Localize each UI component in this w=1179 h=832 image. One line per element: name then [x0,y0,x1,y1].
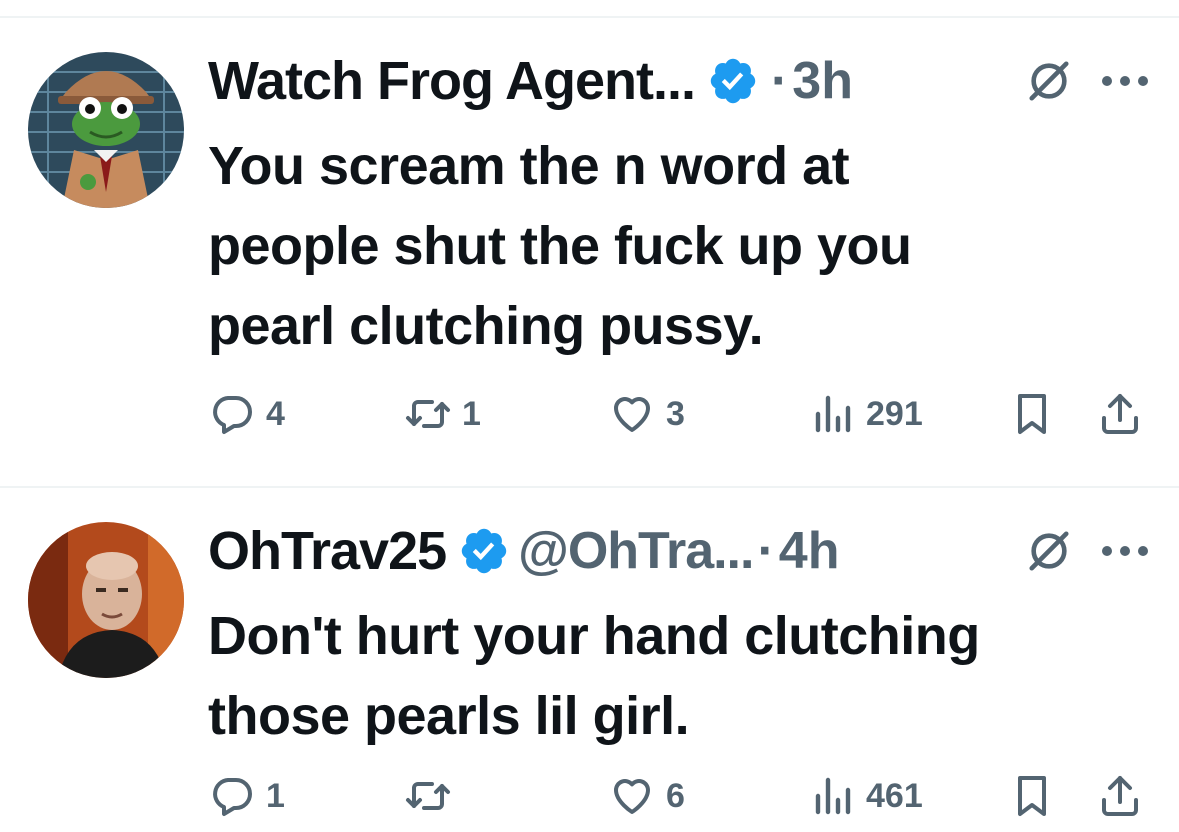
tweet-2-actions: 1 6 461 [208,772,1168,832]
like-button[interactable]: 6 [608,772,685,820]
reply-count: 1 [266,776,285,815]
grok-icon[interactable] [1026,528,1072,574]
more-icon[interactable] [1100,74,1150,88]
like-button[interactable]: 3 [608,390,685,438]
bookmark-icon [1018,776,1046,816]
repost-button[interactable] [404,772,462,820]
tweet-text-line: those pearls lil girl. [208,686,690,746]
like-count: 6 [666,776,685,815]
like-count: 3 [666,394,685,433]
bookmark-button[interactable] [1008,772,1056,820]
tweet-text-line: pearl clutching pussy. [208,296,764,356]
avatar-frog[interactable] [28,52,184,208]
separator-dot: · [757,522,775,580]
repost-button[interactable]: 1 [404,390,481,438]
views-icon [815,395,851,433]
tweet-text-line: You scream the n word at [208,136,850,196]
repost-icon [406,400,450,428]
tweet-1-text: You scream the n word at people shut the… [208,126,1168,366]
reply-button[interactable]: 4 [208,390,285,438]
more-icon[interactable] [1100,544,1150,558]
views-button[interactable]: 291 [808,390,923,438]
bookmark-button[interactable] [1008,390,1056,438]
views-count: 461 [866,776,923,815]
ohtrav-avatar-icon [28,522,184,678]
reply-count: 4 [266,394,285,433]
timestamp[interactable]: 3h [792,51,853,111]
repost-count: 1 [462,394,481,433]
tweet-text-line: Don't hurt your hand clutching [208,606,980,666]
bookmark-icon [1018,394,1046,434]
user-handle[interactable]: @OhTra... [518,521,754,581]
verified-badge-icon[interactable] [707,55,759,107]
tweet-2-text: Don't hurt your hand clutching those pea… [208,596,1168,756]
tweet-text-line: people shut the fuck up you [208,216,912,276]
share-icon [1102,776,1138,816]
like-icon [614,779,650,814]
views-button[interactable]: 461 [808,772,923,820]
like-icon [614,397,650,432]
separator-dot: · [770,52,789,110]
views-icon [815,777,851,815]
reply-button[interactable]: 1 [208,772,285,820]
repost-icon [406,782,450,810]
share-icon [1102,394,1138,434]
frog-agent-avatar-icon [28,52,184,208]
reply-icon [213,396,252,434]
tweet-1-actions: 4 1 3 291 [208,390,1168,450]
display-name[interactable]: Watch Frog Agent... [208,50,696,112]
share-button[interactable] [1096,390,1144,438]
avatar-ohtrav[interactable] [28,522,184,678]
reply-icon [213,778,252,816]
tweet-1[interactable]: Watch Frog Agent... · 3h You scream the … [0,0,1179,486]
tweet-2[interactable]: OhTrav25 @OhTra... · 4h Don't hurt your … [0,488,1179,816]
views-count: 291 [866,394,923,433]
grok-icon[interactable] [1026,58,1072,104]
verified-badge-icon[interactable] [458,525,510,577]
share-button[interactable] [1096,772,1144,820]
timestamp[interactable]: 4h [779,521,840,581]
display-name[interactable]: OhTrav25 [208,520,447,582]
